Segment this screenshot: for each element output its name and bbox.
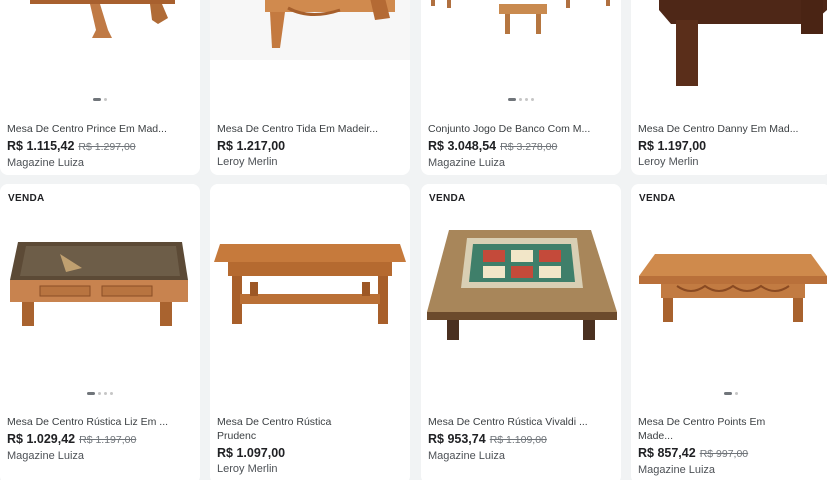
product-price: R$ 953,74 bbox=[428, 432, 486, 446]
carousel-dots-icon[interactable] bbox=[87, 392, 113, 395]
product-image[interactable] bbox=[210, 0, 410, 105]
product-image[interactable]: VENDA bbox=[631, 184, 827, 402]
product-card[interactable]: Mesa De Centro Rústica Prudenc R$ 1.097,… bbox=[210, 184, 410, 480]
product-title[interactable]: Mesa De Centro Rústica bbox=[217, 415, 404, 429]
carousel-dots-icon[interactable] bbox=[93, 98, 107, 101]
product-old-price: R$ 997,00 bbox=[699, 448, 749, 460]
table-photo bbox=[214, 244, 406, 324]
product-price: R$ 857,42 bbox=[638, 446, 696, 460]
product-image[interactable] bbox=[0, 0, 200, 105]
table-photo bbox=[30, 0, 175, 38]
product-price: R$ 1.029,42 bbox=[7, 432, 76, 446]
product-store: Leroy Merlin bbox=[638, 156, 699, 168]
product-title[interactable]: Mesa De Centro Prince Em Mad... bbox=[7, 122, 194, 136]
product-image[interactable] bbox=[631, 0, 827, 105]
product-image[interactable] bbox=[210, 184, 410, 402]
carousel-dots-icon[interactable] bbox=[508, 98, 534, 101]
product-store: Magazine Luiza bbox=[7, 157, 85, 169]
product-card[interactable]: VENDA Mesa De Centro Points Em Made... R… bbox=[631, 184, 827, 480]
table-photo bbox=[639, 254, 827, 322]
product-image[interactable]: VENDA bbox=[421, 184, 621, 402]
product-title[interactable]: Mesa De Centro Tida Em Madeir... bbox=[217, 122, 404, 136]
product-price: R$ 1.115,42 bbox=[7, 139, 75, 153]
product-old-price: R$ 1.197,00 bbox=[79, 434, 137, 446]
product-price: R$ 1.097,00 bbox=[217, 446, 286, 460]
product-store: Magazine Luiza bbox=[428, 450, 506, 462]
product-price: R$ 3.048,54 bbox=[428, 139, 497, 153]
table-photo bbox=[10, 242, 188, 326]
product-old-price: R$ 1.297,00 bbox=[78, 141, 136, 153]
product-title[interactable]: Mesa De Centro Danny Em Mad... bbox=[638, 122, 825, 136]
product-image[interactable] bbox=[421, 0, 621, 105]
sale-badge: VENDA bbox=[639, 193, 676, 204]
product-store: Leroy Merlin bbox=[217, 156, 278, 168]
table-photo bbox=[427, 230, 617, 340]
product-store: Magazine Luiza bbox=[7, 450, 85, 462]
sale-badge: VENDA bbox=[429, 193, 466, 204]
table-photo bbox=[659, 0, 827, 86]
product-title-continued[interactable]: Made... bbox=[638, 429, 825, 443]
product-old-price: R$ 1.109,00 bbox=[489, 434, 547, 446]
product-store: Magazine Luiza bbox=[428, 157, 506, 169]
product-store: Magazine Luiza bbox=[638, 464, 716, 476]
product-price: R$ 1.197,00 bbox=[638, 139, 707, 153]
product-card[interactable]: Mesa De Centro Danny Em Mad... R$ 1.197,… bbox=[631, 0, 827, 175]
product-store: Leroy Merlin bbox=[217, 463, 278, 475]
product-card[interactable]: Mesa De Centro Tida Em Madeir... R$ 1.21… bbox=[210, 0, 410, 175]
product-title-continued[interactable]: Prudenc bbox=[217, 429, 404, 443]
product-old-price: R$ 3.278,00 bbox=[500, 141, 558, 153]
product-card[interactable]: Conjunto Jogo De Banco Com M... R$ 3.048… bbox=[421, 0, 621, 175]
product-card[interactable]: VENDA Mesa De Centro Rústica Vivaldi ...… bbox=[421, 184, 621, 480]
product-image[interactable]: VENDA bbox=[0, 184, 200, 402]
sale-badge: VENDA bbox=[8, 193, 45, 204]
product-title[interactable]: Mesa De Centro Rústica Liz Em ... bbox=[7, 415, 194, 429]
carousel-dots-icon[interactable] bbox=[724, 392, 738, 395]
table-photo bbox=[431, 0, 610, 34]
product-title[interactable]: Conjunto Jogo De Banco Com M... bbox=[428, 122, 615, 136]
product-title[interactable]: Mesa De Centro Rústica Vivaldi ... bbox=[428, 415, 615, 429]
product-card[interactable]: VENDA Mesa De Centro Rústica Liz Em ... … bbox=[0, 184, 200, 480]
product-card[interactable]: Mesa De Centro Prince Em Mad... R$ 1.115… bbox=[0, 0, 200, 175]
table-photo bbox=[210, 0, 410, 60]
product-title[interactable]: Mesa De Centro Points Em bbox=[638, 415, 825, 429]
product-grid: Mesa De Centro Prince Em Mad... R$ 1.115… bbox=[0, 0, 827, 480]
product-price: R$ 1.217,00 bbox=[217, 139, 286, 153]
